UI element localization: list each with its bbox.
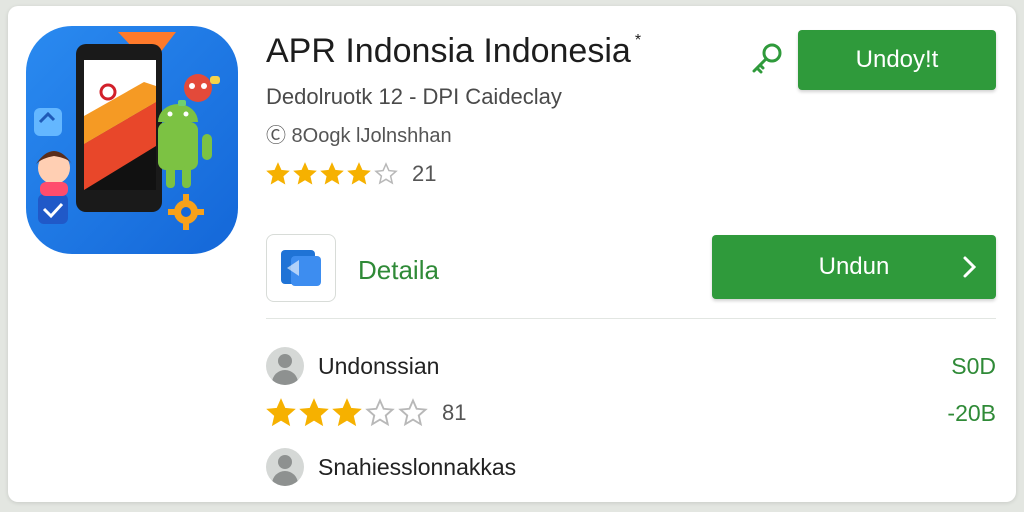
app-subtitle: Dedolruotk 12 - DPI Caideclay: [266, 84, 562, 109]
document-icon: [281, 250, 321, 286]
details-app-icon[interactable]: [266, 234, 336, 302]
app-developer: Ⓒ 8Oogk lJolnshhan: [266, 125, 452, 147]
app-title: APR Indonsia Indonesia *: [266, 32, 641, 71]
install-button-top[interactable]: Undoy!t: [798, 30, 996, 90]
star-filled-icon: [299, 398, 329, 427]
star-empty-icon: [365, 398, 395, 427]
user-avatar-icon: [266, 347, 304, 385]
star-filled-icon: [320, 162, 344, 185]
list-item-label: Snahiesslonnakkas: [318, 453, 517, 480]
list-rating-stars: [266, 398, 428, 428]
list-item-label: Undonssian: [318, 352, 440, 379]
app-rating-stars: [266, 162, 398, 186]
list-item[interactable]: Snahiesslonnakkas: [266, 448, 996, 486]
star-filled-icon: [266, 398, 296, 427]
details-link[interactable]: Detaila: [358, 255, 439, 286]
download-button-label: Undun: [818, 253, 890, 280]
key-icon[interactable]: [750, 42, 784, 76]
install-button-top-label: Undoy!t: [855, 46, 939, 73]
star-empty-icon: [374, 162, 398, 185]
list-item-rating: 81 -20B: [266, 398, 996, 428]
star-filled-icon: [347, 162, 371, 185]
list-item[interactable]: Undonssian S0D: [266, 347, 996, 385]
app-title-text: APR Indonsia Indonesia: [266, 32, 631, 70]
app-rating-count: 21: [412, 161, 437, 186]
star-filled-icon: [266, 162, 290, 185]
app-title-mark: *: [634, 32, 642, 49]
app-rating: 21: [266, 161, 436, 187]
list-item-value: -20B: [947, 399, 996, 426]
list-item-value: S0D: [951, 352, 996, 379]
app-icon: [26, 26, 238, 254]
chevron-right-icon: [963, 256, 977, 278]
user-avatar-icon: [266, 448, 304, 486]
download-button[interactable]: Undun: [712, 235, 996, 299]
section-divider: [266, 318, 996, 319]
star-empty-icon: [398, 398, 428, 427]
star-filled-icon: [293, 162, 317, 185]
list-rating-count: 81: [442, 400, 467, 425]
star-filled-icon: [332, 398, 362, 427]
